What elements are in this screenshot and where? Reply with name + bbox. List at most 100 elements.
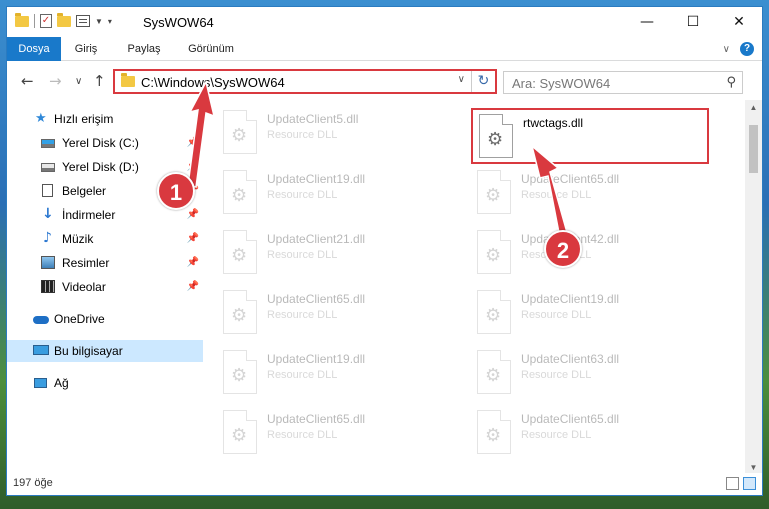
- tab-view[interactable]: Görünüm: [179, 37, 243, 61]
- sidebar-item-label: OneDrive: [54, 312, 105, 326]
- details-view-icon[interactable]: [726, 477, 739, 490]
- document-icon: [42, 184, 53, 197]
- properties-check-icon[interactable]: ✓: [40, 14, 52, 28]
- help-icon[interactable]: ?: [740, 42, 754, 56]
- maximize-button[interactable]: ☐: [670, 7, 716, 37]
- download-icon: ↓: [42, 206, 54, 222]
- folder-icon: [121, 73, 135, 87]
- sidebar-item-pictures[interactable]: Resimler 📌: [7, 252, 203, 274]
- toolbar-divider: [34, 14, 35, 28]
- customize-toolbar-icon[interactable]: ▾: [108, 17, 112, 26]
- search-input[interactable]: Ara: SysWOW64 ⚲: [503, 71, 743, 94]
- file-item[interactable]: ⚙ UpdateClient63.dll Resource DLL: [471, 346, 711, 398]
- recent-locations-icon[interactable]: ∨: [75, 76, 82, 87]
- window-controls: — ☐ ✕: [624, 7, 762, 37]
- quick-access-toolbar: ✓ ▼ ▾: [15, 12, 112, 28]
- expand-ribbon-icon[interactable]: ∨: [723, 44, 730, 55]
- file-item[interactable]: ⚙ UpdateClient19.dll Resource DLL: [217, 166, 457, 218]
- computer-icon: [33, 345, 49, 355]
- file-description: Resource DLL: [267, 309, 338, 321]
- pin-icon[interactable]: 📌: [187, 276, 199, 298]
- gear-icon: ⚙: [231, 425, 248, 446]
- file-item[interactable]: ⚙ UpdateClient5.dll Resource DLL: [217, 106, 457, 158]
- scroll-up-icon[interactable]: ▲: [745, 100, 762, 116]
- chevron-down-icon[interactable]: ▼: [95, 17, 103, 26]
- file-description: Resource DLL: [267, 369, 338, 381]
- pin-icon[interactable]: 📌: [187, 132, 199, 154]
- properties-icon[interactable]: [76, 15, 90, 27]
- pin-icon[interactable]: 📌: [187, 204, 199, 226]
- search-icon[interactable]: ⚲: [726, 75, 736, 90]
- pictures-icon: [41, 256, 55, 269]
- tab-home[interactable]: Giriş: [63, 37, 109, 61]
- explorer-window: ✓ ▼ ▾ SysWOW64 — ☐ ✕ Dosya Giriş Paylaş …: [6, 6, 763, 496]
- dll-file-icon: ⚙: [477, 230, 511, 274]
- drive-icon: [41, 163, 55, 172]
- file-name: UpdateClient19.dll: [267, 352, 366, 366]
- large-icons-view-icon[interactable]: [743, 477, 756, 490]
- pin-icon[interactable]: 📌: [187, 156, 199, 178]
- dll-file-icon: ⚙: [477, 290, 511, 334]
- scrollbar-thumb[interactable]: [749, 125, 758, 173]
- file-description: Resource DLL: [267, 189, 338, 201]
- forward-arrow-icon[interactable]: →: [49, 72, 62, 90]
- file-item[interactable]: ⚙ UpdateClient65.dll Resource DLL: [217, 286, 457, 338]
- file-item-rtwctags-highlighted[interactable]: ⚙ rtwctags.dll: [471, 108, 709, 164]
- sidebar-item-quick-access[interactable]: ★ Hızlı erişim: [7, 108, 203, 130]
- sidebar-item-this-pc[interactable]: Bu bilgisayar: [7, 340, 203, 362]
- back-arrow-icon[interactable]: ←: [21, 72, 34, 90]
- window-title: SysWOW64: [143, 15, 214, 30]
- file-name: UpdateClient65.dll: [267, 412, 366, 426]
- step-one-marker: 1: [157, 172, 195, 210]
- file-item[interactable]: ⚙ UpdateClient65.dll Resource DLL: [471, 166, 711, 218]
- sidebar-item-label: Belgeler: [62, 184, 107, 198]
- address-dropdown-icon[interactable]: ∨: [458, 74, 465, 85]
- address-path[interactable]: C:\Windows\SysWOW64: [141, 75, 285, 90]
- sidebar-item-videos[interactable]: Videolar 📌: [7, 276, 203, 298]
- sidebar-item-label: İndirmeler: [62, 208, 116, 222]
- file-item[interactable]: ⚙ UpdateClient42.dll Resource DLL: [471, 226, 711, 278]
- ribbon-tabs: Dosya Giriş Paylaş Görünüm ∨ ?: [7, 37, 762, 61]
- dll-file-icon: ⚙: [477, 170, 511, 214]
- dll-file-icon: ⚙: [223, 410, 257, 454]
- sidebar-item-label: Hızlı erişim: [54, 112, 114, 126]
- file-item[interactable]: ⚙ UpdateClient19.dll Resource DLL: [217, 346, 457, 398]
- pin-icon[interactable]: 📌: [187, 252, 199, 274]
- sidebar-item-music[interactable]: ♪ Müzik 📌: [7, 228, 203, 250]
- dll-file-icon: ⚙: [223, 290, 257, 334]
- minimize-button[interactable]: —: [624, 7, 670, 37]
- sidebar-item-local-disk-c[interactable]: Yerel Disk (C:) 📌: [7, 132, 203, 154]
- star-icon: ★: [35, 111, 47, 126]
- file-item[interactable]: ⚙ UpdateClient65.dll Resource DLL: [217, 406, 457, 458]
- vertical-scrollbar[interactable]: ▲ ▼: [745, 100, 762, 476]
- close-button[interactable]: ✕: [716, 7, 762, 37]
- gear-icon: ⚙: [231, 245, 248, 266]
- gear-icon: ⚙: [485, 365, 502, 386]
- address-bar[interactable]: C:\Windows\SysWOW64 ∨ ↻: [113, 69, 497, 94]
- gear-icon: ⚙: [231, 365, 248, 386]
- file-item[interactable]: ⚙ UpdateClient65.dll Resource DLL: [471, 406, 711, 458]
- sidebar-item-onedrive[interactable]: OneDrive: [7, 308, 203, 330]
- file-item[interactable]: ⚙ UpdateClient19.dll Resource DLL: [471, 286, 711, 338]
- pin-icon[interactable]: 📌: [187, 228, 199, 250]
- sidebar-item-network[interactable]: Ağ: [7, 372, 203, 394]
- file-name: UpdateClient19.dll: [267, 172, 366, 186]
- cloud-icon: [33, 316, 49, 324]
- new-folder-icon[interactable]: [57, 12, 71, 27]
- navigation-bar: ← → ∨ ↑ C:\Windows\SysWOW64 ∨ ↻ Ara: Sys…: [7, 64, 762, 100]
- step-two-marker: 2: [544, 230, 582, 268]
- up-arrow-icon[interactable]: ↑: [93, 72, 106, 90]
- dll-file-icon: ⚙: [479, 114, 513, 158]
- sidebar-item-label: Videolar: [62, 280, 106, 294]
- sidebar-item-label: Yerel Disk (C:): [62, 136, 139, 150]
- navigation-pane: ★ Hızlı erişim Yerel Disk (C:) 📌 Yerel D…: [7, 102, 203, 472]
- ribbon-right-controls: ∨ ?: [723, 42, 754, 56]
- tab-share[interactable]: Paylaş: [119, 37, 169, 61]
- dll-file-icon: ⚙: [477, 410, 511, 454]
- music-icon: ♪: [43, 230, 52, 246]
- tab-file[interactable]: Dosya: [7, 37, 61, 61]
- refresh-icon[interactable]: ↻: [471, 71, 495, 92]
- file-item[interactable]: ⚙ UpdateClient21.dll Resource DLL: [217, 226, 457, 278]
- gear-icon: ⚙: [231, 305, 248, 326]
- videos-icon: [41, 280, 55, 293]
